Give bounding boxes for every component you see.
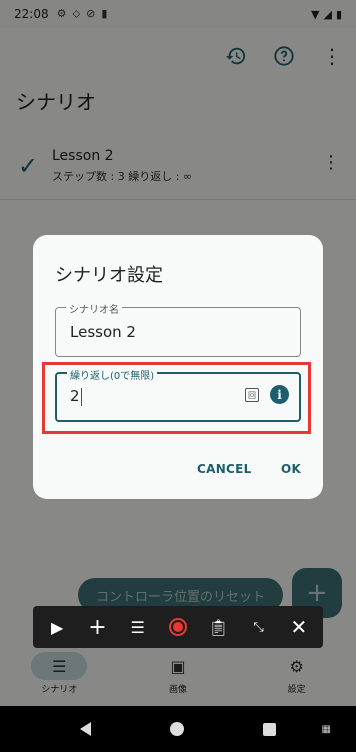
field-value: Lesson 2 <box>70 323 136 341</box>
list-icon[interactable]: ☰ <box>123 612 153 642</box>
play-icon[interactable]: ▶ <box>42 612 72 642</box>
recents-icon[interactable] <box>263 722 277 736</box>
highlight-box <box>42 362 311 434</box>
keyboard-icon[interactable]: ▦ <box>322 724 332 735</box>
system-nav-bar: ▦ <box>0 706 356 752</box>
add-icon[interactable]: + <box>82 612 112 642</box>
minimize-icon[interactable]: ⤡ <box>244 612 274 642</box>
cancel-button[interactable]: CANCEL <box>197 462 252 476</box>
clipboard-icon[interactable]: 📋︎ <box>203 612 233 642</box>
scenario-name-field[interactable]: シナリオ名 Lesson 2 <box>55 301 301 357</box>
record-icon[interactable] <box>163 612 193 642</box>
dialog-title: シナリオ設定 <box>55 265 163 286</box>
ok-button[interactable]: OK <box>281 462 301 476</box>
back-icon[interactable] <box>79 722 91 736</box>
home-icon[interactable] <box>169 722 184 736</box>
field-label: シナリオ名 <box>66 301 122 316</box>
close-icon[interactable]: ✕ <box>284 612 314 642</box>
overlay-toolbar: ▶ + ☰ 📋︎ ⤡ ✕ <box>33 606 323 648</box>
